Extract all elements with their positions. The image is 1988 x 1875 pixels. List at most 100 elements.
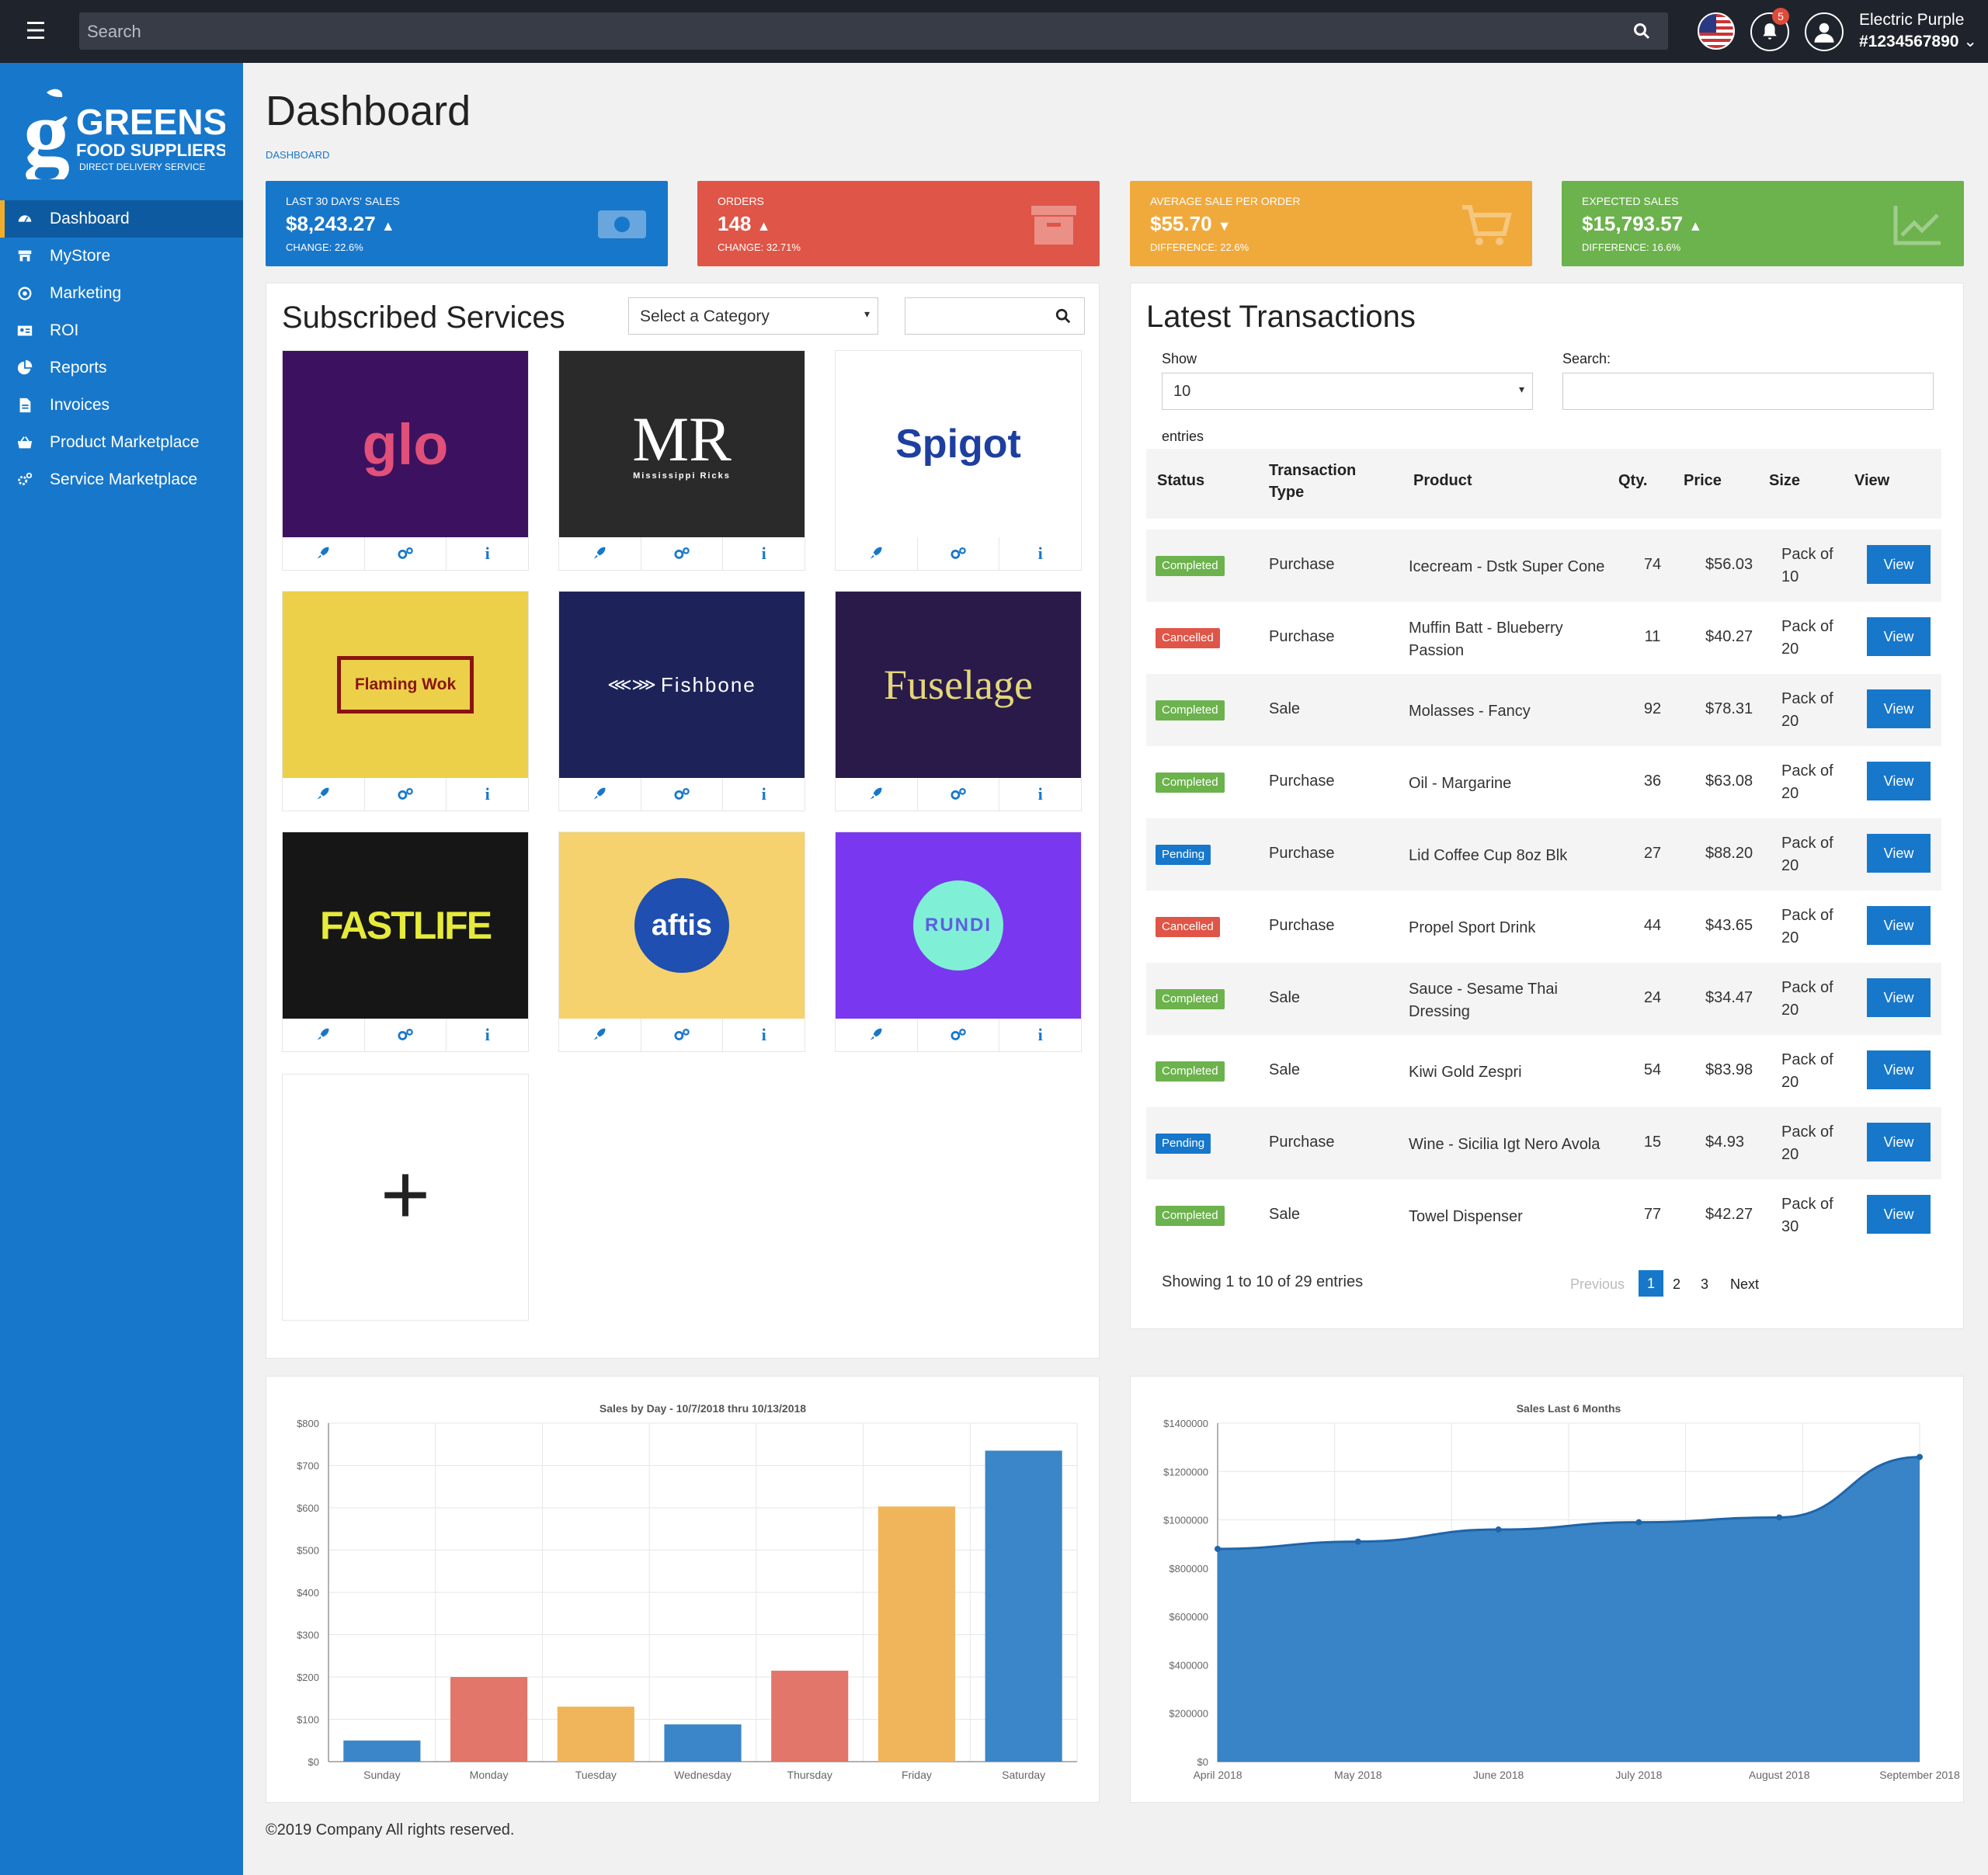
service-tile[interactable]: MR Mississippi Ricks i <box>558 350 805 571</box>
header-status[interactable]: Status <box>1157 472 1204 490</box>
view-button[interactable]: View <box>1867 1195 1931 1234</box>
search-icon[interactable] <box>1055 307 1072 325</box>
rocket-icon[interactable] <box>559 778 641 811</box>
pagination-previous[interactable]: Previous <box>1570 1276 1625 1293</box>
sidebar-item-marketing[interactable]: Marketing <box>0 275 243 312</box>
info-icon[interactable]: i <box>999 778 1081 811</box>
sidebar-item-service-marketplace[interactable]: Service Marketplace <box>0 461 243 498</box>
view-button[interactable]: View <box>1867 617 1931 656</box>
rocket-icon[interactable] <box>836 1019 918 1051</box>
view-button[interactable]: View <box>1867 1123 1931 1161</box>
view-button[interactable]: View <box>1867 545 1931 584</box>
rocket-icon[interactable] <box>559 1019 641 1051</box>
header-price[interactable]: Price <box>1684 472 1722 490</box>
view-button[interactable]: View <box>1867 762 1931 800</box>
info-icon[interactable]: i <box>723 537 805 570</box>
service-logo[interactable]: MR Mississippi Ricks <box>559 351 805 537</box>
header-size[interactable]: Size <box>1769 472 1800 490</box>
service-logo[interactable]: Flaming Wok <box>283 592 528 778</box>
breadcrumb[interactable]: DASHBOARD <box>266 149 329 161</box>
product-line1: Kiwi Gold Zespri <box>1409 1064 1522 1081</box>
info-icon[interactable]: i <box>723 778 805 811</box>
view-button[interactable]: View <box>1867 689 1931 728</box>
sidebar-item-product-marketplace[interactable]: Product Marketplace <box>0 424 243 461</box>
view-button[interactable]: View <box>1867 834 1931 873</box>
cogs-icon[interactable] <box>641 778 724 811</box>
header-product[interactable]: Product <box>1413 472 1472 490</box>
rocket-icon[interactable] <box>836 778 918 811</box>
view-button[interactable]: View <box>1867 906 1931 945</box>
show-entries-select[interactable]: 10 ▾ <box>1162 373 1533 410</box>
service-tile[interactable]: FASTLIFE i <box>282 832 529 1052</box>
info-icon[interactable]: i <box>447 778 528 811</box>
service-tile[interactable]: ⋘⋙ Fishbone i <box>558 591 805 811</box>
cogs-icon[interactable] <box>365 778 447 811</box>
service-tile[interactable]: Fuselage i <box>835 591 1082 811</box>
size-line2: 10 <box>1781 568 1799 585</box>
header-type[interactable]: Transaction Type <box>1269 460 1356 503</box>
search-icon[interactable] <box>1632 22 1651 40</box>
info-icon[interactable]: i <box>447 1019 528 1051</box>
header-qty[interactable]: Qty. <box>1618 472 1647 490</box>
service-logo[interactable]: glo <box>283 351 528 537</box>
sidebar-item-invoices[interactable]: Invoices <box>0 387 243 424</box>
services-search-input[interactable] <box>905 297 1085 335</box>
menu-icon[interactable]: ☰ <box>22 20 50 43</box>
service-tile[interactable]: Flaming Wok i <box>282 591 529 811</box>
sidebar-item-reports[interactable]: Reports <box>0 349 243 387</box>
cogs-icon[interactable] <box>365 1019 447 1051</box>
entries-info: Showing 1 to 10 of 29 entries <box>1162 1273 1364 1290</box>
us-flag-icon[interactable] <box>1698 12 1735 50</box>
service-logo[interactable]: Fuselage <box>836 592 1081 778</box>
product-line1: Sauce - Sesame Thai <box>1409 981 1558 998</box>
service-tile[interactable]: RUNDI i <box>835 832 1082 1052</box>
info-icon[interactable]: i <box>723 1019 805 1051</box>
pagination-page-3[interactable]: 3 <box>1701 1276 1708 1293</box>
service-logo[interactable]: RUNDI <box>836 832 1081 1019</box>
sidebar-item-mystore[interactable]: MyStore <box>0 238 243 275</box>
service-logo[interactable]: ⋘⋙ Fishbone <box>559 592 805 778</box>
sidebar-item-dashboard[interactable]: Dashboard <box>0 200 243 238</box>
info-icon[interactable]: i <box>999 537 1081 570</box>
cogs-icon[interactable] <box>918 778 1000 811</box>
cogs-icon[interactable] <box>365 537 447 570</box>
stat-card: AVERAGE SALE PER ORDER $55.70 ▼ DIFFERENCE… <box>1130 181 1532 266</box>
search-input[interactable]: Search <box>79 12 1668 50</box>
service-logo[interactable]: aftis <box>559 832 805 1019</box>
pagination-next[interactable]: Next <box>1730 1276 1759 1293</box>
service-logo[interactable]: FASTLIFE <box>283 832 528 1019</box>
service-actions: i <box>836 537 1081 570</box>
pagination-page-1[interactable]: 1 <box>1639 1270 1663 1297</box>
add-service-tile[interactable]: + <box>282 1074 529 1321</box>
cogs-icon[interactable] <box>641 1019 724 1051</box>
user-menu[interactable]: Electric Purple #1234567890 ⌄ <box>1859 9 1977 53</box>
transactions-search-input[interactable] <box>1562 373 1934 410</box>
info-icon[interactable]: i <box>999 1019 1081 1051</box>
rocket-icon[interactable] <box>283 778 365 811</box>
transaction-type: Sale <box>1269 989 1301 1006</box>
table-row: Cancelled Purchase Propel Sport Drink 44 $43… <box>1146 891 1941 963</box>
stat-label: AVERAGE SALE PER ORDER <box>1150 195 1301 207</box>
cogs-icon[interactable] <box>918 1019 1000 1051</box>
cogs-icon[interactable] <box>918 537 1000 570</box>
rocket-icon[interactable] <box>283 1019 365 1051</box>
rocket-icon[interactable] <box>283 537 365 570</box>
info-icon[interactable]: i <box>447 537 528 570</box>
pagination-page-2[interactable]: 2 <box>1673 1276 1680 1293</box>
category-select[interactable]: Select a Category ▾ <box>628 297 878 335</box>
service-actions: i <box>283 778 528 811</box>
cogs-icon[interactable] <box>641 537 724 570</box>
avatar[interactable] <box>1805 12 1844 51</box>
view-button[interactable]: View <box>1867 978 1931 1017</box>
trend-icon: ▲ <box>1688 218 1703 234</box>
view-button[interactable]: View <box>1867 1050 1931 1089</box>
service-logo[interactable]: Spigot <box>836 351 1081 537</box>
service-tile[interactable]: glo i <box>282 350 529 571</box>
rocket-icon[interactable] <box>559 537 641 570</box>
service-tile[interactable]: aftis i <box>558 832 805 1052</box>
sidebar-item-roi[interactable]: ROI <box>0 312 243 349</box>
service-tile[interactable]: Spigot i <box>835 350 1082 571</box>
trend-icon: ▼ <box>1217 218 1232 234</box>
header-view[interactable]: View <box>1854 472 1889 490</box>
rocket-icon[interactable] <box>836 537 918 570</box>
